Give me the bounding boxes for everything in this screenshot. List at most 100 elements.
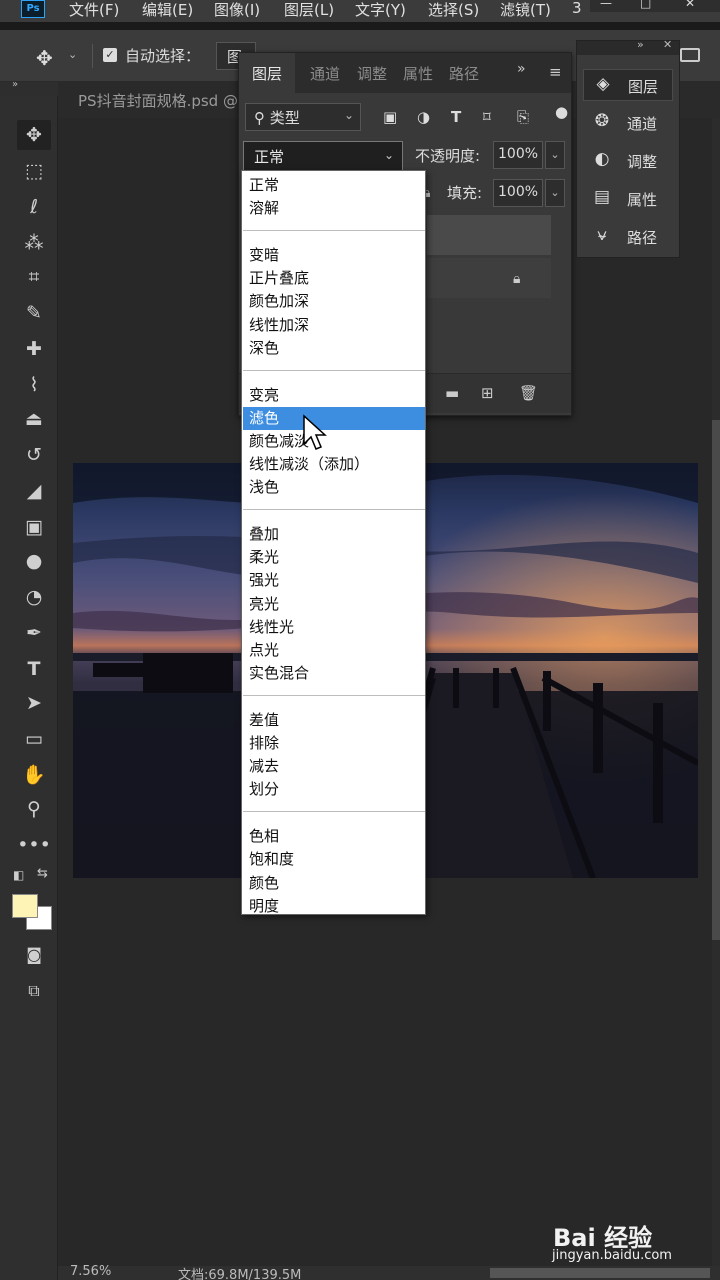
tab-paths[interactable]: 路径 <box>441 53 487 93</box>
blend-mode-option[interactable]: 点光 <box>243 639 425 662</box>
blend-mode-option[interactable]: 变亮 <box>243 384 425 407</box>
blend-mode-option[interactable]: 深色 <box>243 337 425 360</box>
close-icon[interactable]: ✕ <box>663 38 672 51</box>
blend-mode-option[interactable]: 亮光 <box>243 593 425 616</box>
pen-tool-icon[interactable]: ✒ <box>17 618 51 648</box>
blend-mode-select[interactable]: 正常 ⌄ <box>243 141 403 171</box>
shape-filter-icon[interactable]: ⌑ <box>483 108 491 126</box>
layer-row[interactable] <box>427 258 551 298</box>
layer-kind-filter[interactable]: ⚲ 类型 ⌄ <box>245 103 361 131</box>
quick-mask-icon[interactable]: ◙ <box>17 940 51 970</box>
adjustment-filter-icon[interactable]: ◑ <box>417 108 430 126</box>
tab-properties[interactable]: 属性 <box>395 53 441 93</box>
minimize-icon[interactable]: — <box>600 0 612 10</box>
menu-file[interactable]: 文件(F) <box>69 0 119 20</box>
blend-mode-option[interactable]: 溶解 <box>243 197 425 220</box>
toolbar-header[interactable]: » <box>0 79 58 96</box>
tab-channels[interactable]: 通道 <box>301 53 349 93</box>
new-group-icon[interactable]: ▬ <box>445 384 459 402</box>
screen-mode-icon[interactable]: ⧉ <box>17 976 51 1006</box>
blend-mode-option[interactable]: 强光 <box>243 569 425 592</box>
marquee-tool-icon[interactable]: ⬚ <box>17 156 51 186</box>
blend-mode-option[interactable]: 排除 <box>243 732 425 755</box>
menu-image[interactable]: 图像(I) <box>214 0 260 20</box>
menu-edit[interactable]: 编辑(E) <box>142 0 193 20</box>
blend-mode-option[interactable]: 颜色减淡 <box>243 430 425 453</box>
close-icon[interactable]: ✕ <box>685 0 695 10</box>
fill-slider-toggle[interactable]: ⌄ <box>545 179 565 207</box>
blend-mode-option[interactable]: 饱和度 <box>243 848 425 871</box>
gradient-tool-icon[interactable]: ▣ <box>17 512 51 542</box>
dock-item-paths[interactable]: ⍱ 路径 <box>583 221 673 253</box>
opacity-slider-toggle[interactable]: ⌄ <box>545 141 565 169</box>
menu-type[interactable]: 文字(Y) <box>355 0 406 20</box>
pixel-filter-icon[interactable]: ▣ <box>383 108 397 126</box>
blend-mode-option[interactable]: 叠加 <box>243 523 425 546</box>
menu-3d[interactable]: 3 <box>572 0 582 17</box>
history-brush-tool-icon[interactable]: ↺ <box>17 440 51 470</box>
zoom-level[interactable]: 7.56% <box>70 1264 111 1279</box>
layer-row[interactable] <box>427 215 551 255</box>
blend-mode-option[interactable]: 颜色 <box>243 872 425 895</box>
maximize-icon[interactable]: □ <box>640 0 651 10</box>
blur-tool-icon[interactable]: ● <box>17 546 51 576</box>
tab-layers[interactable]: 图层 <box>239 53 295 93</box>
workspace-icon[interactable] <box>680 48 700 62</box>
blend-mode-option[interactable]: 浅色 <box>243 476 425 499</box>
blend-mode-option[interactable]: 滤色 <box>243 406 425 430</box>
foreground-color-swatch[interactable] <box>12 894 38 918</box>
panel-dock-header[interactable]: » ✕ <box>577 38 679 55</box>
eyedropper-tool-icon[interactable]: ✎ <box>17 298 51 328</box>
dock-item-adjustments[interactable]: ◐ 调整 <box>583 145 673 177</box>
blend-mode-option[interactable]: 实色混合 <box>243 662 425 685</box>
swap-colors-icon[interactable]: ⇆ <box>37 866 48 881</box>
blend-mode-option[interactable]: 线性减淡（添加） <box>243 453 425 476</box>
move-tool-preset-icon[interactable]: ✥ <box>36 46 53 70</box>
dock-item-channels[interactable]: ❂ 通道 <box>583 107 673 139</box>
dock-item-properties[interactable]: ▤ 属性 <box>583 183 673 215</box>
type-tool-icon[interactable]: T <box>17 654 51 684</box>
lasso-tool-icon[interactable]: ℓ <box>17 192 51 222</box>
smart-object-filter-icon[interactable]: ⎘ <box>517 108 529 126</box>
vertical-scrollbar-thumb[interactable] <box>712 420 720 940</box>
horizontal-scrollbar[interactable] <box>490 1268 710 1278</box>
blend-mode-option[interactable]: 正常 <box>243 174 425 197</box>
document-info[interactable]: 文档:69.8M/139.5M <box>178 1264 301 1280</box>
opacity-input[interactable]: 100% <box>493 141 543 169</box>
menu-layer[interactable]: 图层(L) <box>284 0 334 20</box>
magic-wand-tool-icon[interactable]: ⁂ <box>17 228 51 258</box>
panel-menu-icon[interactable]: ≡ <box>549 63 562 81</box>
dock-item-layers[interactable]: ◈ 图层 <box>583 69 673 101</box>
eraser-tool-icon[interactable]: ◢ <box>17 476 51 506</box>
tab-adjustments[interactable]: 调整 <box>349 53 395 93</box>
blend-mode-option[interactable]: 色相 <box>243 825 425 848</box>
menu-filter[interactable]: 滤镜(T) <box>500 0 551 20</box>
blend-mode-option[interactable]: 划分 <box>243 778 425 801</box>
more-tools-icon[interactable]: ••• <box>17 830 51 860</box>
path-selection-tool-icon[interactable]: ➤ <box>17 688 51 718</box>
crop-tool-icon[interactable]: ⌗ <box>17 262 51 292</box>
menu-select[interactable]: 选择(S) <box>428 0 479 20</box>
clone-stamp-tool-icon[interactable]: ⏏ <box>17 404 51 434</box>
dodge-tool-icon[interactable]: ◔ <box>17 582 51 612</box>
trash-icon[interactable]: 🗑︎ <box>519 384 538 402</box>
blend-mode-option[interactable]: 正片叠底 <box>243 267 425 290</box>
blend-mode-option[interactable]: 差值 <box>243 709 425 732</box>
zoom-tool-icon[interactable]: ⚲ <box>17 794 51 824</box>
new-layer-icon[interactable]: ⊞ <box>481 384 494 402</box>
blend-mode-option[interactable]: 柔光 <box>243 546 425 569</box>
blend-mode-option[interactable]: 线性光 <box>243 616 425 639</box>
move-tool-icon[interactable]: ✥ <box>17 120 51 150</box>
filter-toggle-icon[interactable]: ● <box>555 103 568 121</box>
type-filter-icon[interactable]: T <box>451 108 461 126</box>
hand-tool-icon[interactable]: ✋ <box>17 760 51 790</box>
auto-select-checkbox[interactable]: ✓ <box>103 48 117 62</box>
healing-brush-tool-icon[interactable]: ✚ <box>17 334 51 364</box>
rectangle-tool-icon[interactable]: ▭ <box>17 724 51 754</box>
chevron-down-icon[interactable]: ⌄ <box>68 48 77 61</box>
blend-mode-option[interactable]: 减去 <box>243 755 425 778</box>
blend-mode-option[interactable]: 线性加深 <box>243 314 425 337</box>
brush-tool-icon[interactable]: ⌇ <box>17 370 51 400</box>
more-tabs-icon[interactable]: » <box>517 61 526 77</box>
collapse-icon[interactable]: » <box>637 38 644 51</box>
